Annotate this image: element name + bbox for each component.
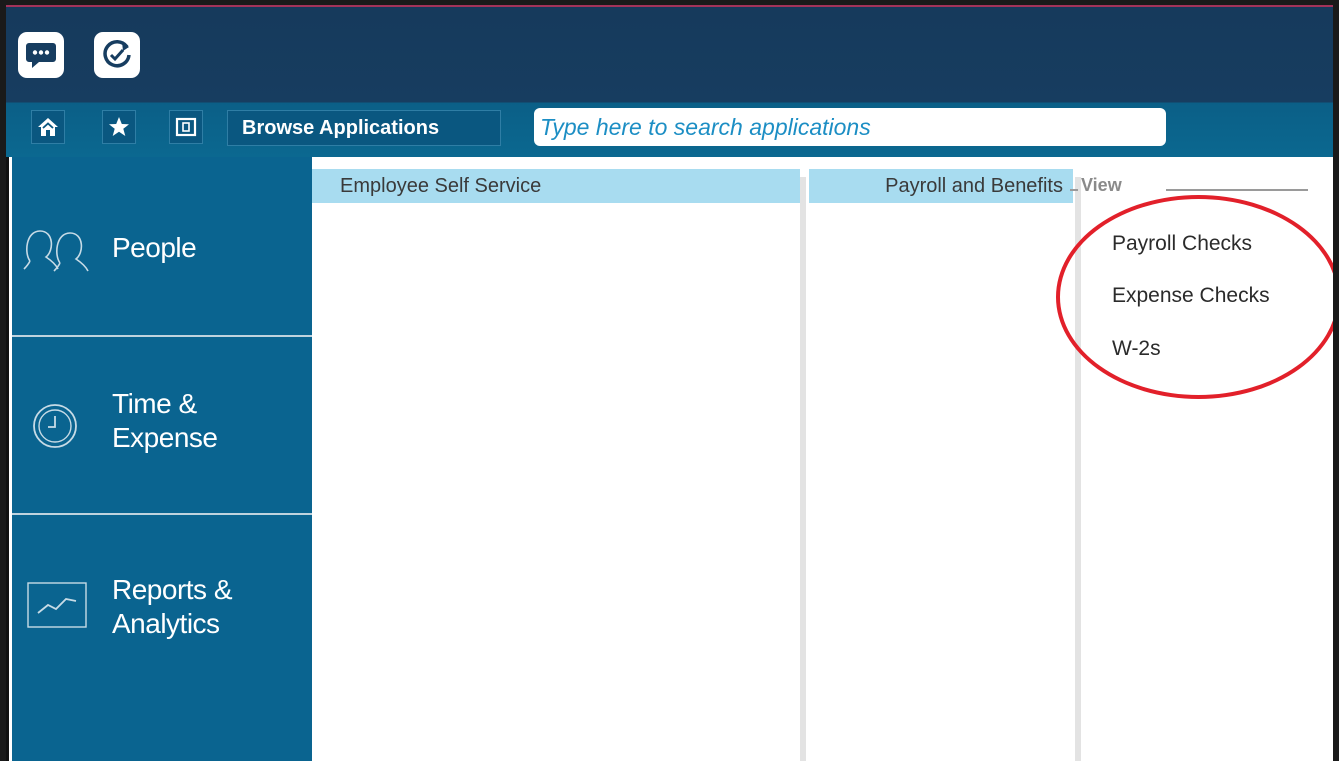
column-header-payroll-and-benefits[interactable]: Payroll and Benefits xyxy=(809,169,1073,203)
sidebar-item-label: Reports & Analytics xyxy=(112,573,233,641)
panel-icon xyxy=(175,117,197,137)
sidebar-item-time-expense[interactable]: Time & Expense xyxy=(12,337,312,515)
column-divider xyxy=(800,177,806,761)
view-divider-left xyxy=(1070,189,1078,191)
sidebar-item-label-line1: Time & xyxy=(112,388,197,419)
browse-applications-button[interactable]: Browse Applications xyxy=(227,110,501,146)
home-icon xyxy=(38,118,58,136)
home-button[interactable] xyxy=(31,110,65,144)
highlight-circle xyxy=(1056,195,1333,399)
app-window: Browse Applications People xyxy=(6,5,1333,761)
star-icon xyxy=(109,117,129,136)
sidebar-item-people[interactable]: People xyxy=(12,157,312,337)
sidebar: People Time & Expense Reports & Analytic… xyxy=(12,157,312,761)
refresh-check-icon[interactable] xyxy=(94,32,140,78)
chat-bubble-icon[interactable] xyxy=(18,32,64,78)
favorites-button[interactable] xyxy=(102,110,136,144)
sidebar-item-reports-analytics[interactable]: Reports & Analytics xyxy=(12,515,312,761)
clock-icon xyxy=(30,401,80,458)
sidebar-item-label-line1: Reports & xyxy=(112,574,233,605)
sidebar-item-label-line2: Expense xyxy=(112,422,218,453)
chart-icon xyxy=(26,581,88,638)
people-icon xyxy=(22,223,96,280)
view-divider-right xyxy=(1166,189,1308,191)
panel-button[interactable] xyxy=(169,110,203,144)
sidebar-item-label: People xyxy=(112,232,197,263)
view-heading: View xyxy=(1081,175,1122,195)
column-header-employee-self-service[interactable]: Employee Self Service xyxy=(312,169,800,203)
sidebar-item-label: Time & Expense xyxy=(112,387,218,455)
search-input[interactable] xyxy=(534,108,1166,146)
top-bar: Browse Applications xyxy=(6,7,1333,157)
sidebar-item-label-line2: Analytics xyxy=(112,608,220,639)
